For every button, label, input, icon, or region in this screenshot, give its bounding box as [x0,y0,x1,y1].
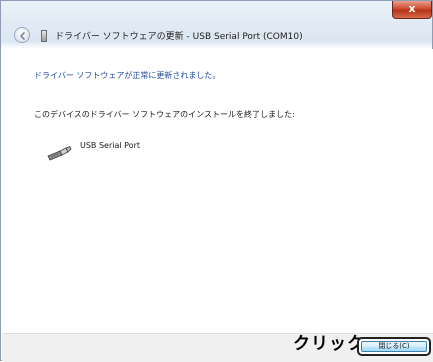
back-button[interactable] [14,27,30,43]
click-annotation: クリック [293,334,365,354]
success-heading: ドライバー ソフトウェアが正常に更新されました。 [34,71,221,80]
device-icon [41,30,47,42]
window-close-button[interactable]: x [392,1,432,19]
title-bar: ドライバー ソフトウェアの更新 - USB Serial Port (COM10… [1,25,432,47]
close-button-label: 閉じる(C) [361,341,427,352]
device-entry: USB Serial Port [46,141,266,171]
window-title: ドライバー ソフトウェアの更新 - USB Serial Port (COM10… [55,32,303,42]
usb-connector-icon [47,145,72,161]
device-name: USB Serial Port [80,141,141,150]
close-button[interactable]: 閉じる(C) [357,337,431,356]
content-area: ドライバー ソフトウェアが正常に更新されました。 このデバイスのドライバー ソフ… [2,49,433,333]
driver-update-window: x ドライバー ソフトウェアの更新 - USB Serial Port (COM… [0,0,433,362]
close-icon: x [408,2,416,15]
back-arrow-icon [20,32,25,40]
install-message: このデバイスのドライバー ソフトウェアのインストールを終了しました: [34,110,295,119]
